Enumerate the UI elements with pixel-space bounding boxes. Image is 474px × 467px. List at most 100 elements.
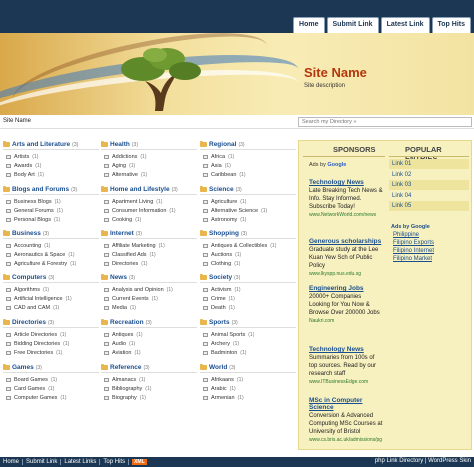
category-title[interactable]: Arts and Literature bbox=[12, 141, 70, 148]
subcategory-item[interactable]: Afrikaans (1) bbox=[200, 375, 296, 384]
category-header[interactable]: Recreation (3) bbox=[101, 318, 197, 328]
subcategory-item[interactable]: Current Events (1) bbox=[101, 294, 197, 303]
subcategory-label[interactable]: CAD and CAM bbox=[14, 305, 50, 311]
category-title[interactable]: World bbox=[209, 364, 227, 371]
tab-top-hits[interactable]: Top Hits bbox=[431, 17, 471, 33]
subcategory-item[interactable]: Aeronautics & Space (1) bbox=[3, 250, 99, 259]
subcategory-label[interactable]: Archery bbox=[211, 341, 230, 347]
subcategory-item[interactable]: Biography (1) bbox=[101, 393, 197, 402]
category-header[interactable]: Regional (3) bbox=[200, 140, 296, 150]
subcategory-item[interactable]: Analysis and Opinion (1) bbox=[101, 285, 197, 294]
subcategory-label[interactable]: Addictions bbox=[112, 154, 137, 160]
ad-url[interactable]: www.NetworkWorld.com/news bbox=[309, 212, 383, 218]
subcategory-item[interactable]: Free Directories (1) bbox=[3, 348, 99, 357]
category-header[interactable]: Health (3) bbox=[101, 140, 197, 150]
subcategory-label[interactable]: Bibliography bbox=[112, 386, 142, 392]
subcategory-label[interactable]: Badminton bbox=[211, 350, 237, 356]
subcategory-label[interactable]: Antiques & Collectibles bbox=[211, 243, 267, 249]
category-title[interactable]: Directories bbox=[12, 319, 46, 326]
popular-entry-link[interactable]: Link 02 bbox=[389, 170, 469, 180]
category-header[interactable]: Internet (3) bbox=[101, 229, 197, 239]
category-title[interactable]: Computers bbox=[12, 274, 46, 281]
subcategory-label[interactable]: Africa bbox=[211, 154, 225, 160]
subcategory-item[interactable]: Affiliate Marketing (1) bbox=[101, 241, 197, 250]
subcategory-label[interactable]: Crime bbox=[211, 296, 226, 302]
breadcrumb[interactable]: Site Name bbox=[3, 118, 31, 124]
subcategory-label[interactable]: Current Events bbox=[112, 296, 149, 302]
subcategory-item[interactable]: Astronomy (1) bbox=[200, 215, 296, 224]
subcategory-label[interactable]: Personal Blogs bbox=[14, 217, 51, 223]
category-title[interactable]: Recreation bbox=[110, 319, 144, 326]
ads-by-google-label[interactable]: Ads by Google bbox=[309, 162, 346, 168]
subcategory-item[interactable]: Badminton (1) bbox=[200, 348, 296, 357]
subcategory-item[interactable]: Archery (1) bbox=[200, 339, 296, 348]
category-title[interactable]: News bbox=[110, 274, 127, 281]
popular-entry-link[interactable]: Link 04 bbox=[389, 191, 469, 201]
subcategory-item[interactable]: Audio (1) bbox=[101, 339, 197, 348]
category-header[interactable]: Home and Lifestyle (3) bbox=[101, 185, 197, 195]
category-title[interactable]: Reference bbox=[110, 364, 141, 371]
category-header[interactable]: News (3) bbox=[101, 273, 197, 283]
subcategory-label[interactable]: Activism bbox=[211, 287, 231, 293]
subcategory-item[interactable]: Card Games (1) bbox=[3, 384, 99, 393]
sponsored-ad[interactable]: Engineering Jobs 20000+ Companies Lookin… bbox=[309, 285, 383, 324]
subcategory-item[interactable]: Alternative (1) bbox=[101, 170, 197, 179]
subcategory-label[interactable]: Board Games bbox=[14, 377, 48, 383]
subcategory-label[interactable]: Directories bbox=[112, 261, 138, 267]
subcategory-label[interactable]: Cooking bbox=[112, 217, 132, 223]
subcategory-label[interactable]: Artists bbox=[14, 154, 29, 160]
ad-link[interactable]: Philippine bbox=[393, 232, 419, 238]
xml-feed-badge[interactable]: XML bbox=[132, 459, 147, 465]
subcategory-item[interactable]: Personal Blogs (1) bbox=[3, 215, 99, 224]
site-name[interactable]: Site Name bbox=[304, 65, 367, 80]
subcategory-item[interactable]: Almanacs (1) bbox=[101, 375, 197, 384]
subcategory-label[interactable]: Agriculture & Forestry bbox=[14, 261, 67, 267]
ad-link[interactable]: Filipino Market bbox=[393, 256, 432, 262]
subcategory-item[interactable]: Bibliography (1) bbox=[101, 384, 197, 393]
popular-entry-link[interactable]: Link 03 bbox=[389, 180, 469, 190]
subcategory-label[interactable]: Accounting bbox=[14, 243, 41, 249]
ad-title[interactable]: MSc in Computer Science bbox=[309, 397, 383, 411]
category-header[interactable]: Directories (3) bbox=[3, 318, 99, 328]
ads-by-google-label[interactable]: Ads by Google bbox=[391, 224, 430, 230]
ad-link[interactable]: Filipino Exports bbox=[393, 240, 434, 246]
tab-submit-link[interactable]: Submit Link bbox=[326, 17, 379, 33]
subcategory-label[interactable]: Apartment Living bbox=[112, 199, 153, 205]
subcategory-label[interactable]: Media bbox=[112, 305, 127, 311]
sponsored-ad[interactable]: Technology News Late Breaking Tech News … bbox=[309, 179, 383, 218]
subcategory-item[interactable]: Cooking (1) bbox=[101, 215, 197, 224]
category-header[interactable]: Computers (3) bbox=[3, 273, 99, 283]
subcategory-item[interactable]: Animal Sports (1) bbox=[200, 330, 296, 339]
subcategory-item[interactable]: Artificial Intelligence (1) bbox=[3, 294, 99, 303]
subcategory-label[interactable]: Astronomy bbox=[211, 217, 237, 223]
sponsored-ad[interactable]: MSc in Computer Science Conversion & Adv… bbox=[309, 397, 383, 443]
category-title[interactable]: Health bbox=[110, 141, 130, 148]
subcategory-label[interactable]: Arabic bbox=[211, 386, 227, 392]
category-header[interactable]: Shopping (3) bbox=[200, 229, 296, 239]
subcategory-item[interactable]: Agriculture & Forestry (1) bbox=[3, 259, 99, 268]
subcategory-item[interactable]: Africa (1) bbox=[200, 152, 296, 161]
subcategory-label[interactable]: Auctions bbox=[211, 252, 232, 258]
subcategory-label[interactable]: Analysis and Opinion bbox=[112, 287, 164, 293]
search-input[interactable] bbox=[298, 117, 472, 127]
sponsored-ad[interactable]: Technology News Summaries from 100s of t… bbox=[309, 346, 383, 385]
tab-home[interactable]: Home bbox=[293, 17, 325, 33]
category-header[interactable]: Blogs and Forums (3) bbox=[3, 185, 99, 195]
subcategory-item[interactable]: Computer Games (1) bbox=[3, 393, 99, 402]
category-title[interactable]: Games bbox=[12, 364, 34, 371]
category-header[interactable]: Science (3) bbox=[200, 185, 296, 195]
subcategory-item[interactable]: Awards (1) bbox=[3, 161, 99, 170]
subcategory-label[interactable]: Alternative Science bbox=[211, 208, 258, 214]
subcategory-label[interactable]: Free Directories bbox=[14, 350, 53, 356]
subcategory-item[interactable]: CAD and CAM (1) bbox=[3, 303, 99, 312]
subcategory-item[interactable]: Asia (1) bbox=[200, 161, 296, 170]
footer-link-submit-link[interactable]: Submit Link bbox=[23, 459, 62, 465]
category-header[interactable]: Arts and Literature (3) bbox=[3, 140, 99, 150]
footer-link-top-hits[interactable]: Top Hits bbox=[100, 459, 130, 465]
subcategory-label[interactable]: Affiliate Marketing bbox=[112, 243, 156, 249]
category-header[interactable]: World (3) bbox=[200, 363, 296, 373]
subcategory-item[interactable]: Article Directories (1) bbox=[3, 330, 99, 339]
subcategory-item[interactable]: Activism (1) bbox=[200, 285, 296, 294]
category-title[interactable]: Regional bbox=[209, 141, 236, 148]
ad-url[interactable]: www.cs.bris.ac.uk/admissions/pg bbox=[309, 437, 383, 443]
